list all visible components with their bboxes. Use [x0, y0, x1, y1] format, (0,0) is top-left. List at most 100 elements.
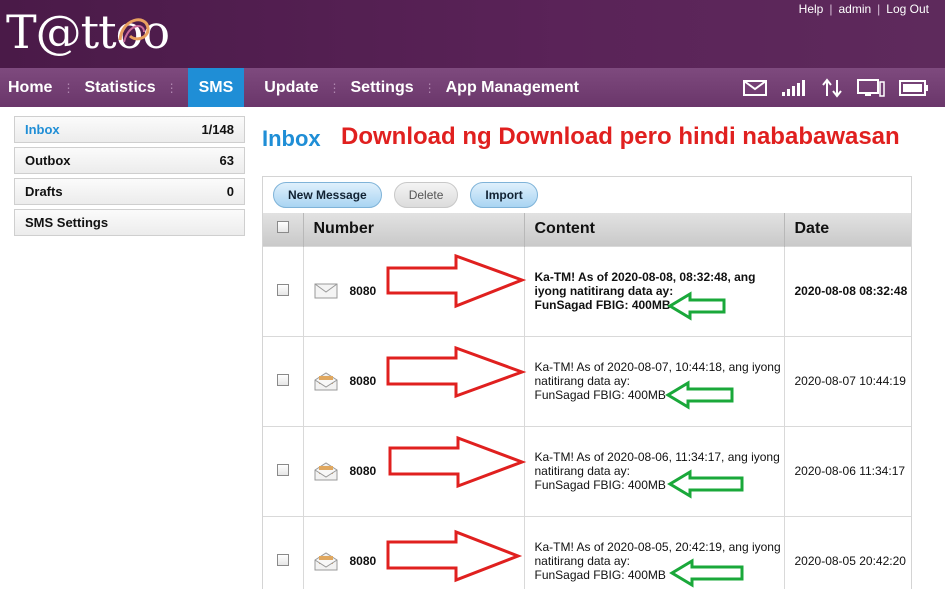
- table-header: Number Content Date: [263, 213, 911, 246]
- nav-divider: ⋮: [328, 80, 341, 95]
- nav-settings[interactable]: Settings: [351, 68, 414, 107]
- tattoo-logo[interactable]: T@ttoo: [6, 4, 170, 60]
- new-message-button[interactable]: New Message: [273, 182, 382, 208]
- sidebar-item-label: Outbox: [25, 153, 71, 168]
- date-cell: 2020-08-08 08:32:48: [784, 245, 911, 336]
- status-icons: [743, 78, 929, 98]
- logo-swirl-icon: [118, 18, 150, 43]
- content-line: FunSagad FBIG: 400MB: [534, 478, 666, 492]
- content-line: FunSagad FBIG: 400MB: [534, 568, 666, 583]
- column-header-date[interactable]: Date: [784, 213, 911, 246]
- nav-sms[interactable]: SMS: [187, 68, 245, 107]
- content-line: natitirang data ay:: [534, 374, 630, 388]
- data-transfer-icon: [822, 78, 842, 98]
- read-envelope-icon: [314, 552, 337, 571]
- sender-number: 8080: [349, 554, 377, 569]
- top-links: Help | admin | Log Out: [799, 2, 929, 16]
- help-link[interactable]: Help: [799, 2, 824, 16]
- content-line: FunSagad FBIG: 400MB: [534, 298, 671, 312]
- nav-label: SMS: [198, 78, 234, 96]
- sidebar-item-outbox[interactable]: Outbox 63: [14, 147, 245, 174]
- envelope-icon[interactable]: [743, 79, 767, 97]
- signal-icon: [782, 80, 805, 96]
- nav-label: Home: [8, 78, 53, 96]
- inbox-toolbar: New Message Delete Import: [263, 177, 911, 213]
- battery-icon: [899, 80, 928, 96]
- nav-divider: ⋮: [423, 80, 436, 95]
- table-row[interactable]: 8080 Ka-TM! As of 2020-08-05, 20:42:19, …: [263, 515, 911, 589]
- nav-statistics[interactable]: Statistics: [84, 68, 155, 107]
- date-cell: 2020-08-05 20:42:20: [784, 515, 911, 589]
- sidebar-item-drafts[interactable]: Drafts 0: [14, 178, 245, 205]
- nav-label: Update: [264, 78, 319, 96]
- sidebar-item-label: Inbox: [25, 122, 60, 137]
- number-wrap: 8080: [304, 427, 524, 516]
- divider: |: [829, 2, 833, 16]
- row-checkbox[interactable]: [276, 553, 289, 566]
- row-checkbox[interactable]: [276, 373, 289, 386]
- content-line: Ka-TM! As of 2020-08-05, 20:42:19, ang i…: [534, 540, 781, 555]
- table-row[interactable]: 8080 Ka-TM! As of 2020-08-08, 08:32:48, …: [263, 245, 911, 336]
- nav-label: Statistics: [84, 78, 156, 96]
- unread-envelope-icon: [314, 283, 337, 299]
- column-header-number[interactable]: Number: [303, 213, 525, 246]
- import-button[interactable]: Import: [470, 182, 538, 208]
- main-nav: Home ⋮ Statistics ⋮ SMS Update ⋮ Setting…: [0, 68, 945, 107]
- content-cell: Ka-TM! As of 2020-08-07, 10:44:18, ang i…: [524, 335, 785, 426]
- nav-divider: ⋮: [62, 80, 75, 95]
- checkbox-cell: [263, 245, 304, 336]
- select-all-checkbox[interactable]: [276, 221, 289, 234]
- column-header-content[interactable]: Content: [524, 213, 785, 246]
- row-checkbox[interactable]: [276, 283, 289, 296]
- pc-icon: [857, 79, 885, 97]
- table-row[interactable]: 8080 Ka-TM! As of 2020-08-07, 10:44:18, …: [263, 335, 911, 426]
- sidebar-item-sms-settings[interactable]: SMS Settings: [14, 209, 245, 236]
- logout-link[interactable]: Log Out: [886, 2, 929, 16]
- page-title: Inbox: [262, 126, 321, 151]
- content-cell: Ka-TM! As of 2020-08-06, 11:34:17, ang i…: [524, 425, 785, 516]
- annotation-text: Download ng Download pero hindi nababawa…: [341, 123, 900, 150]
- top-bar: T@ttoo Help | admin | Log Out: [0, 0, 945, 68]
- message-table: Number Content Date 8080 Ka-TM! As of 20…: [263, 213, 911, 589]
- row-checkbox[interactable]: [276, 463, 289, 476]
- delete-button[interactable]: Delete: [393, 182, 459, 208]
- number-wrap: 8080: [304, 337, 524, 426]
- content-line: iyong natitirang data ay:: [534, 284, 674, 298]
- content-line: FunSagad FBIG: 400MB: [534, 388, 666, 402]
- table-row[interactable]: 8080 Ka-TM! As of 2020-08-06, 11:34:17, …: [263, 425, 911, 516]
- content-line: Ka-TM! As of 2020-08-06, 11:34:17, ang i…: [534, 450, 780, 464]
- number-cell: 8080: [303, 515, 525, 589]
- sidebar-item-count: 1/148: [201, 122, 234, 137]
- checkbox-cell: [263, 335, 304, 426]
- nav-label: Settings: [350, 78, 414, 96]
- select-all-cell: [263, 213, 304, 246]
- admin-link[interactable]: admin: [838, 2, 871, 16]
- number-wrap: 8080: [304, 247, 524, 336]
- nav-divider: ⋮: [165, 80, 178, 95]
- sidebar-item-label: Drafts: [25, 184, 63, 199]
- checkbox-cell: [263, 425, 304, 516]
- sender-number: 8080: [349, 284, 377, 298]
- number-cell: 8080: [303, 245, 525, 336]
- number-wrap: 8080: [304, 517, 524, 589]
- number-cell: 8080: [303, 335, 525, 426]
- content-line: natitirang data ay:: [534, 554, 630, 569]
- nav-app-management[interactable]: App Management: [446, 68, 579, 107]
- sidebar-item-label: SMS Settings: [25, 215, 109, 230]
- sender-number: 8080: [349, 374, 377, 388]
- read-envelope-icon: [314, 372, 337, 391]
- sidebar-item-inbox[interactable]: Inbox 1/148: [14, 116, 245, 143]
- nav-home[interactable]: Home: [0, 68, 52, 107]
- checkbox-cell: [263, 515, 304, 589]
- date-cell: 2020-08-06 11:34:17: [784, 425, 911, 516]
- nav-update[interactable]: Update: [254, 68, 318, 107]
- read-envelope-icon: [314, 462, 337, 481]
- content-line: Ka-TM! As of 2020-08-07, 10:44:18, ang i…: [534, 360, 781, 374]
- sidebar-item-count: 0: [226, 184, 234, 199]
- content-cell: Ka-TM! As of 2020-08-08, 08:32:48, ang i…: [524, 245, 785, 336]
- nav-label: App Management: [445, 78, 579, 96]
- content-cell: Ka-TM! As of 2020-08-05, 20:42:19, ang i…: [524, 515, 785, 589]
- number-cell: 8080: [303, 425, 525, 516]
- divider: |: [877, 2, 881, 16]
- date-cell: 2020-08-07 10:44:19: [784, 335, 911, 426]
